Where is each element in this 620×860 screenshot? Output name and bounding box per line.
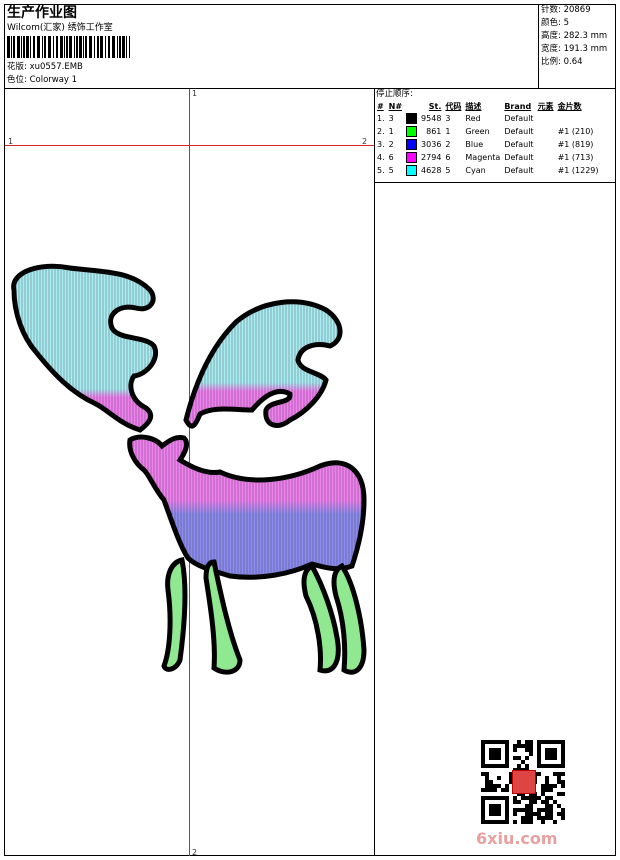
moose-body: [127, 434, 367, 580]
right-antler-stitches: [186, 301, 341, 427]
right-antler: [183, 299, 343, 429]
embroidery-design: [11, 263, 367, 675]
left-antler: [11, 263, 158, 433]
front-left-leg: [161, 557, 188, 672]
red-seal-stamp: [512, 770, 536, 794]
left-antler-stitches: [13, 266, 156, 430]
site-watermark: 6xiu.com: [476, 829, 558, 848]
